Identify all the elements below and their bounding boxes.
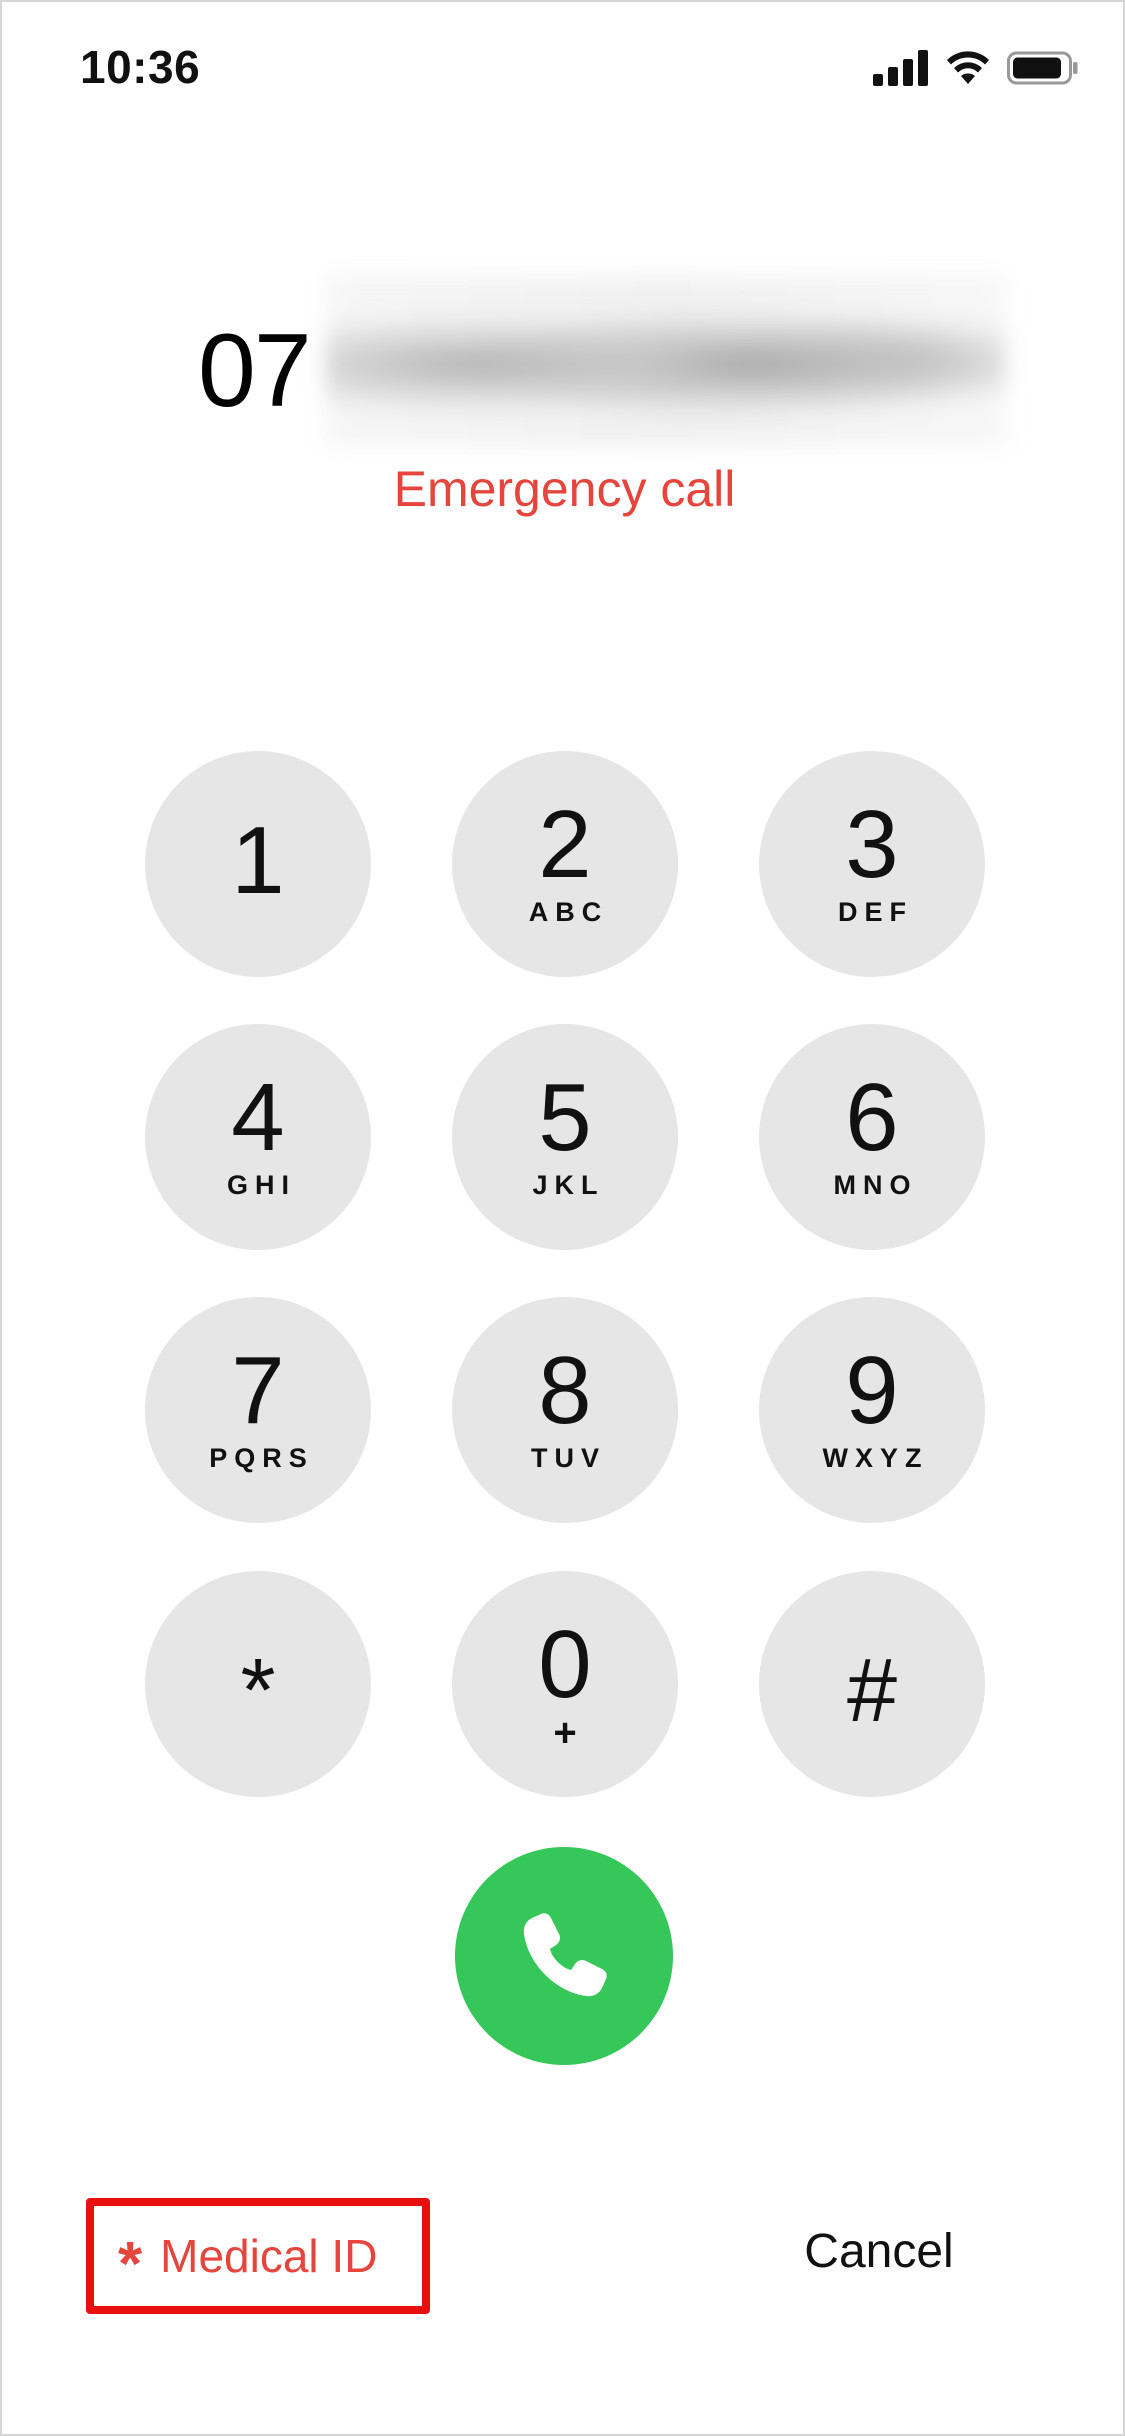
cellular-signal-icon <box>873 50 929 91</box>
phone-icon <box>523 1913 607 1997</box>
key-digit: 5 <box>538 1064 592 1171</box>
keypad-key-0[interactable]: 0 + <box>452 1571 678 1797</box>
keypad-key-hash[interactable]: # <box>759 1571 985 1797</box>
keypad-key-1[interactable]: 1 <box>145 751 371 977</box>
status-icons <box>873 50 1079 91</box>
key-digit: 0 <box>538 1611 592 1718</box>
cancel-button[interactable]: Cancel <box>764 2224 994 2279</box>
keypad-key-5[interactable]: 5 JKL <box>452 1024 678 1250</box>
key-letters: TUV <box>531 1443 606 1473</box>
redacted-number-blur <box>326 276 1006 446</box>
medical-id-label: Medical ID <box>160 2230 378 2282</box>
key-digit: # <box>846 1641 898 1741</box>
key-letters: GHI <box>226 1170 296 1200</box>
key-digit: * <box>240 1641 276 1741</box>
key-digit: 3 <box>845 791 899 898</box>
keypad-key-2[interactable]: 2 ABC <box>452 751 678 977</box>
dialed-number-text: 07 <box>198 313 312 429</box>
keypad-key-7[interactable]: 7 PQRS <box>145 1297 371 1523</box>
key-letters: + <box>553 1711 577 1755</box>
key-digit: 1 <box>231 807 285 914</box>
key-letters: PQRS <box>209 1443 314 1473</box>
key-digit: 4 <box>231 1064 285 1171</box>
key-digit: 6 <box>845 1064 899 1171</box>
key-digit: 7 <box>231 1337 285 1444</box>
key-letters: JKL <box>532 1170 605 1200</box>
battery-icon <box>1007 50 1079 91</box>
status-time: 10:36 <box>80 41 201 93</box>
dialed-number-display: 07 <box>2 272 1125 452</box>
asterisk-icon: * <box>118 2229 143 2299</box>
keypad-key-6[interactable]: 6 MNO <box>759 1024 985 1250</box>
key-letters: MNO <box>833 1170 918 1200</box>
keypad-key-9[interactable]: 9 WXYZ <box>759 1297 985 1523</box>
keypad-key-4[interactable]: 4 GHI <box>145 1024 371 1250</box>
keypad-key-star[interactable]: * <box>145 1571 371 1797</box>
key-letters: WXYZ <box>822 1443 929 1473</box>
key-letters: ABC <box>528 897 609 927</box>
emergency-call-label: Emergency call <box>393 461 736 517</box>
emergency-dialer-screen: 10:36 07 Emergency call 1 2 ABC 3 DEF 4 … <box>0 0 1125 2436</box>
key-letters: DEF <box>838 897 913 927</box>
key-digit: 8 <box>538 1337 592 1444</box>
key-digit: 2 <box>538 791 592 898</box>
key-digit: 9 <box>845 1337 899 1444</box>
medical-id-button[interactable]: * Medical ID <box>86 2198 430 2314</box>
call-button[interactable] <box>455 1847 673 2065</box>
wifi-icon <box>945 50 991 91</box>
keypad-key-8[interactable]: 8 TUV <box>452 1297 678 1523</box>
keypad-key-3[interactable]: 3 DEF <box>759 751 985 977</box>
